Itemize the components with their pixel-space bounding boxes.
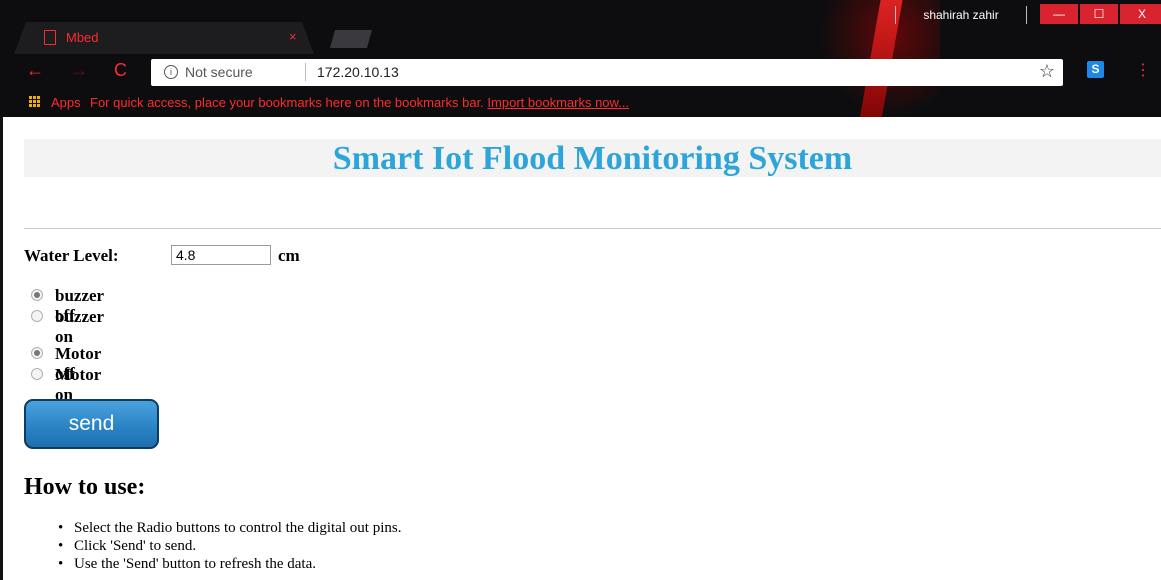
motor-on-radio[interactable] [31,368,43,380]
apps-label[interactable]: Apps [51,95,81,110]
close-window-button[interactable]: X [1120,4,1161,24]
forward-icon[interactable]: → [70,60,88,81]
tab-close-icon[interactable]: × [289,29,297,44]
security-status: Not secure [185,64,253,80]
browser-chrome: Mbed × shahirah zahir — ☐ X ← → C i Not … [0,0,1161,117]
menu-icon[interactable]: ⋮ [1135,60,1151,80]
howto-title: How to use: [24,474,146,500]
window-controls: — ☐ X [1040,4,1161,24]
tab-mbed[interactable]: Mbed × [14,22,314,54]
extension-icon[interactable]: S [1087,61,1104,78]
url-text[interactable]: 172.20.10.13 [317,64,399,80]
water-level-unit: cm [278,246,300,265]
list-item: Click 'Send' to send. [58,537,401,555]
new-tab-button[interactable] [330,30,372,48]
reload-icon[interactable]: C [114,60,127,81]
bookmarks-bar: Apps For quick access, place your bookma… [0,92,1161,114]
address-bar[interactable]: i Not secure 172.20.10.13 ☆ [151,59,1063,86]
maximize-button[interactable]: ☐ [1080,4,1118,24]
water-level-label: Water Level: [24,246,119,265]
bookmarks-hint: For quick access, place your bookmarks h… [90,95,629,110]
apps-grid-icon[interactable] [29,96,41,108]
list-item: Select the Radio buttons to control the … [58,519,401,537]
browser-toolbar: ← → C i Not secure 172.20.10.13 ☆ [0,55,1161,89]
divider [24,228,1161,229]
buzzer-on-radio[interactable] [31,310,43,322]
buzzer-on-label: buzzer on [55,307,104,346]
bookmarks-hint-text: For quick access, place your bookmarks h… [90,95,488,110]
profile-button[interactable]: shahirah zahir [895,6,1027,24]
page-icon [44,30,56,45]
import-bookmarks-link[interactable]: Import bookmarks now... [487,95,629,110]
list-item: Use the 'Send' button to refresh the dat… [58,555,401,573]
window-edge [0,117,3,580]
water-level-input[interactable] [171,245,271,265]
motor-off-radio[interactable] [31,347,43,359]
address-separator [305,63,306,81]
page-title: Smart Iot Flood Monitoring System [332,140,853,177]
info-icon[interactable]: i [164,65,178,79]
instructions-list: Select the Radio buttons to control the … [58,519,401,573]
tab-title: Mbed [66,30,99,45]
send-button[interactable]: send [24,399,159,449]
buzzer-off-radio[interactable] [31,289,43,301]
minimize-button[interactable]: — [1040,4,1078,24]
tab-strip: Mbed × shahirah zahir — ☐ X [0,0,1161,54]
bookmark-star-icon[interactable]: ☆ [1039,61,1055,82]
back-icon[interactable]: ← [26,60,44,81]
